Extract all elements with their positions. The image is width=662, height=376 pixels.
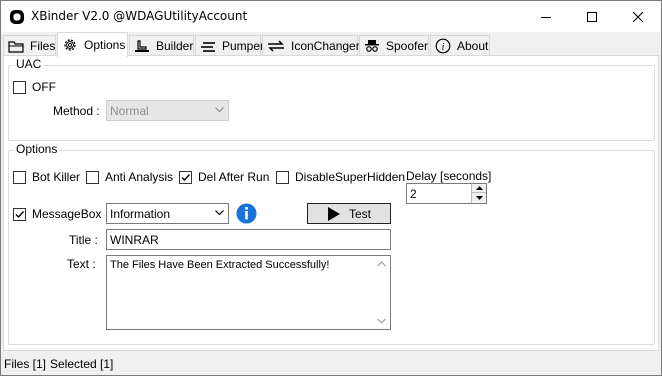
- tab-files[interactable]: Files: [3, 35, 56, 56]
- scroll-down-icon: [377, 318, 386, 324]
- tab-label: Builder: [156, 39, 194, 53]
- pumper-icon: [201, 42, 215, 52]
- options-legend: Options: [14, 142, 60, 156]
- tab-about[interactable]: i About: [430, 35, 490, 56]
- close-icon: [633, 11, 643, 22]
- title-bar: XBinder V2.0 @WDAGUtilityAccount: [1, 1, 661, 32]
- folder-icon: [8, 41, 24, 53]
- tab-label: Files: [30, 39, 56, 53]
- tab-label: Pumper: [222, 39, 265, 53]
- chevron-down-icon: [215, 210, 224, 216]
- uac-legend: UAC: [14, 57, 44, 71]
- messagebox-label: MessageBox: [32, 207, 102, 221]
- bot-killer-label: Bot Killer: [32, 170, 81, 184]
- checkbox-box: [13, 80, 26, 94]
- play-icon: [327, 206, 340, 221]
- status-bar: Files [1] Selected [1]: [1, 353, 661, 375]
- messagebox-checkbox[interactable]: MessageBox: [13, 207, 101, 221]
- text-textarea[interactable]: The Files Have Been Extracted Successful…: [106, 255, 391, 330]
- options-group: Options Bot Killer Anti Analysis Del Aft…: [8, 142, 655, 345]
- textarea-scrollbar[interactable]: [373, 256, 390, 329]
- minimize-button[interactable]: [523, 1, 569, 32]
- delay-stepper[interactable]: 2: [406, 183, 487, 204]
- scroll-up-icon: [377, 261, 386, 267]
- tab-label: IconChanger: [291, 39, 360, 53]
- title-label: Title :: [69, 233, 98, 247]
- app-window: XBinder V2.0 @WDAGUtilityAccount Files O…: [0, 0, 662, 376]
- uac-off-checkbox[interactable]: OFF: [13, 80, 56, 94]
- status-files: Files [1]: [4, 357, 47, 371]
- del-after-run-checkbox[interactable]: Del After Run: [179, 170, 269, 184]
- title-input[interactable]: WINRAR: [106, 229, 391, 250]
- svg-text:i: i: [442, 42, 445, 53]
- app-icon: [10, 10, 24, 24]
- chevron-down-icon: [215, 107, 224, 113]
- del-after-run-label: Del After Run: [198, 170, 270, 184]
- info-icon: [236, 203, 257, 224]
- disable-super-hidden-label: DisableSuperHidden: [295, 170, 406, 184]
- tab-strip: Files Options Builder Pumper IconChanger…: [1, 32, 661, 57]
- builder-icon: [135, 40, 149, 52]
- spin-down-button[interactable]: [472, 193, 486, 202]
- tab-label: About: [457, 39, 489, 53]
- status-selected: Selected [1]: [50, 357, 114, 371]
- iconchanger-icon: [268, 40, 284, 52]
- checkbox-box: [86, 170, 99, 184]
- method-select[interactable]: Normal: [106, 100, 229, 121]
- spin-up-button[interactable]: [472, 184, 486, 193]
- uac-off-label: OFF: [32, 80, 56, 94]
- checkbox-box: [13, 207, 26, 221]
- checkmark-icon: [181, 173, 191, 181]
- method-label: Method :: [53, 104, 100, 118]
- spin-buttons: [471, 184, 486, 203]
- close-button[interactable]: [615, 1, 661, 32]
- tab-label: Options: [84, 38, 126, 52]
- arrow-up-icon: [475, 186, 483, 190]
- tab-options[interactable]: Options: [57, 32, 128, 57]
- checkbox-box: [276, 170, 289, 184]
- options-panel: UAC OFF Method : Normal Options Bot Kill…: [3, 55, 659, 351]
- anti-analysis-checkbox[interactable]: Anti Analysis: [86, 170, 173, 184]
- minimize-icon: [541, 16, 551, 18]
- uac-group: UAC OFF Method : Normal: [8, 57, 655, 141]
- anti-analysis-label: Anti Analysis: [105, 170, 174, 184]
- bot-killer-checkbox[interactable]: Bot Killer: [13, 170, 80, 184]
- gear-icon: [64, 39, 76, 51]
- checkbox-box: [179, 170, 192, 184]
- delay-value: 2: [410, 187, 417, 201]
- disable-super-hidden-checkbox[interactable]: DisableSuperHidden: [276, 170, 405, 184]
- text-label: Text :: [67, 257, 96, 271]
- tab-builder[interactable]: Builder: [129, 35, 194, 56]
- arrow-down-icon: [475, 195, 483, 200]
- test-label: Test: [348, 206, 371, 221]
- info-icon: i: [435, 38, 451, 54]
- title-value: WINRAR: [110, 233, 159, 247]
- spoofer-icon: [365, 40, 379, 52]
- maximize-button[interactable]: [569, 1, 615, 32]
- checkmark-icon: [15, 210, 25, 218]
- delay-label: Delay [seconds]: [406, 169, 492, 183]
- checkbox-box: [13, 170, 26, 184]
- maximize-icon: [587, 11, 597, 22]
- tab-label: Spoofer: [386, 39, 429, 53]
- message-type-select[interactable]: Information: [106, 203, 229, 224]
- window-title: XBinder V2.0 @WDAGUtilityAccount: [31, 9, 248, 23]
- tab-iconchanger[interactable]: IconChanger: [262, 35, 360, 56]
- tab-pumper[interactable]: Pumper: [195, 35, 265, 56]
- tab-spoofer[interactable]: Spoofer: [359, 35, 429, 56]
- method-value: Normal: [110, 103, 149, 118]
- message-type-value: Information: [110, 206, 171, 221]
- text-value: The Files Have Been Extracted Successful…: [110, 259, 330, 271]
- test-button[interactable]: Test: [307, 203, 391, 224]
